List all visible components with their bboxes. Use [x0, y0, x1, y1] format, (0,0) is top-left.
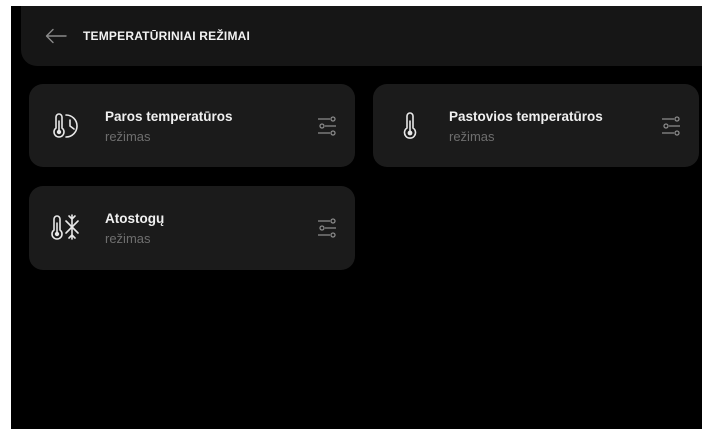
mode-subtitle: režimas [449, 129, 495, 144]
mode-card-vacation[interactable]: Atostogų režimas [29, 186, 355, 270]
settings-sliders-icon[interactable] [317, 217, 337, 239]
screen: TEMPERATŪRINIAI REŽIMAI Paros temperatūr… [11, 6, 702, 429]
mode-card-daily[interactable]: Paros temperatūros režimas [29, 84, 355, 167]
thermometer-clock-icon [49, 108, 83, 142]
mode-subtitle: režimas [105, 129, 151, 144]
header-bar: TEMPERATŪRINIAI REŽIMAI [21, 6, 702, 66]
back-button[interactable] [43, 23, 69, 49]
thermometer-icon [393, 108, 427, 142]
thermometer-snowflake-icon [49, 210, 83, 244]
mode-card-constant[interactable]: Pastovios temperatūros režimas [373, 84, 699, 167]
mode-subtitle: režimas [105, 231, 151, 246]
page-title: TEMPERATŪRINIAI REŽIMAI [83, 29, 251, 43]
settings-sliders-icon[interactable] [661, 115, 681, 137]
arrow-left-icon [45, 28, 67, 44]
mode-title: Atostogų [105, 211, 165, 226]
mode-title: Pastovios temperatūros [449, 109, 603, 124]
settings-sliders-icon[interactable] [317, 115, 337, 137]
mode-title: Paros temperatūros [105, 109, 233, 124]
